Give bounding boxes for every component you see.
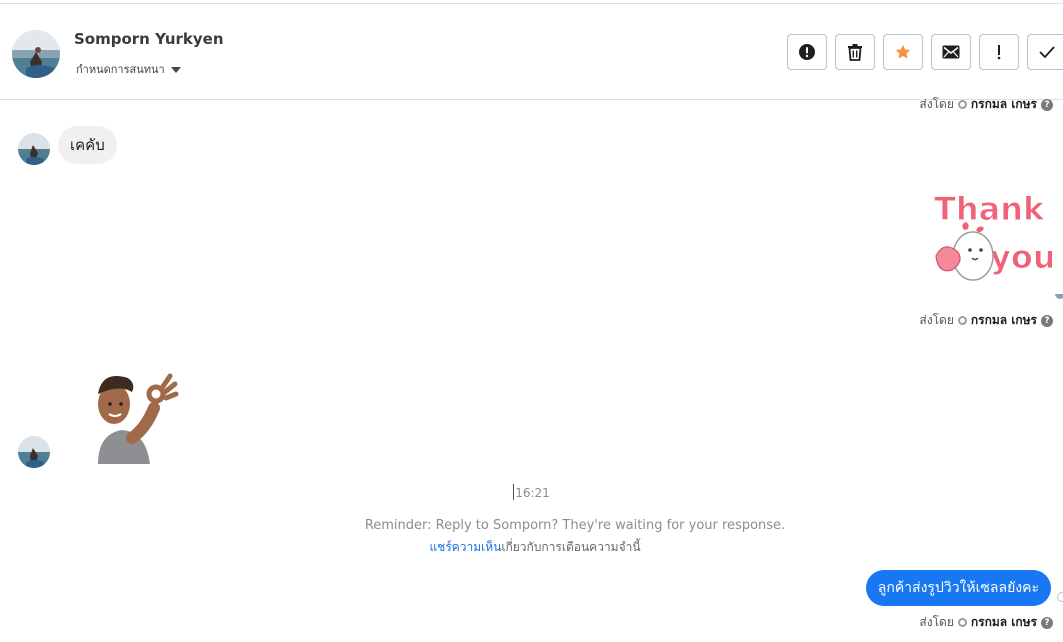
star-icon [894,43,912,61]
ok-gesture-sticker[interactable] [82,364,180,464]
help-icon[interactable]: ? [1041,616,1053,629]
exclamation-icon [996,43,1002,61]
sent-by-text: ส่งโดย [919,615,954,629]
agent-name: กรกมล เกษร [970,313,1037,327]
incoming-message[interactable]: เคคับ [58,126,117,164]
header-actions [787,34,1063,70]
mark-unread-button[interactable] [931,34,971,70]
assign-label: กำหนดการสนทนา [76,63,165,76]
alert-circle-icon [798,43,816,61]
agent-name: กรกมล เกษร [970,97,1037,111]
report-button[interactable] [787,34,827,70]
star-button[interactable] [883,34,923,70]
outgoing-message[interactable]: ลูกค้าส่งรูปวิวให้เซลลยังคะ [865,570,1051,606]
verified-icon [957,618,967,627]
verified-icon [957,316,967,325]
sticker-thank-text: Thank [934,190,1045,228]
feedback-rest-text: เกี่ยวกับการเตือนความจำนี้ [501,540,641,554]
incoming-message-text: เคคับ [70,136,105,154]
sticker-you-text: you [990,238,1052,276]
read-receipt-avatar [1055,289,1063,299]
conversation-header: Somporn Yurkyen กำหนดการสนทนา [0,4,1063,100]
mark-done-button[interactable] [1027,34,1063,70]
trash-icon [847,43,863,61]
sent-by-label: ส่งโดย กรกมล เกษร ? [919,95,1053,114]
timestamp-text: 16:21 [515,486,550,500]
agent-name: กรกมล เกษร [970,615,1037,629]
share-feedback-link[interactable]: แชร์ความเห็น [429,540,501,554]
assign-conversation-dropdown[interactable]: กำหนดการสนทนา [76,60,181,78]
help-icon[interactable]: ? [1041,314,1053,327]
contact-name[interactable]: Somporn Yurkyen [74,30,224,48]
sent-by-text: ส่งโดย [919,313,954,327]
sent-by-label: ส่งโดย กรกมล เกษร ? [919,613,1053,632]
sent-by-label: ส่งโดย กรกมล เกษร ? [919,311,1053,330]
contact-avatar-small [18,133,50,165]
envelope-icon [942,45,960,59]
sent-by-text: ส่งโดย [919,97,954,111]
chevron-down-icon [170,66,181,73]
contact-avatar[interactable] [12,30,60,78]
message-timestamp: 16:21 [0,484,1063,500]
contact-avatar-small [18,436,50,468]
delete-button[interactable] [835,34,875,70]
reply-reminder: Reminder: Reply to Somporn? They're wait… [364,518,786,533]
reminder-feedback: แชร์ความเห็นเกี่ยวกับการเตือนความจำนี้ [0,538,1063,557]
outgoing-message-text: ลูกค้าส่งรูปวิวให้เซลลยังคะ [877,580,1039,596]
thank-you-sticker[interactable]: Thank you [928,186,1056,290]
delivery-status-icon [1057,592,1063,602]
help-icon[interactable]: ? [1041,98,1053,111]
check-icon [1038,45,1056,59]
verified-icon [957,100,967,109]
priority-button[interactable] [979,34,1019,70]
